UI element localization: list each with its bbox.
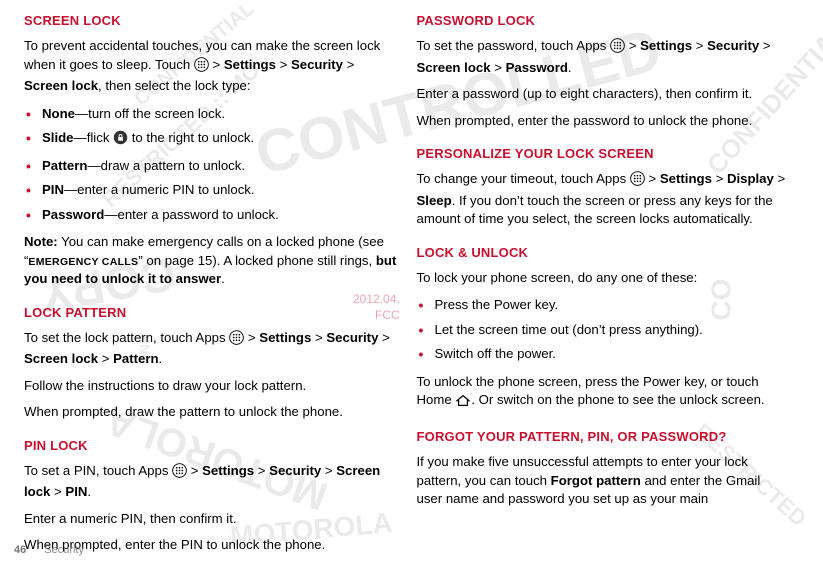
list-item: Switch off the power. xyxy=(417,345,790,363)
screen-lock-intro: To prevent accidental touches, you can m… xyxy=(24,37,397,95)
apps-icon xyxy=(172,463,187,483)
lock-type-list: None—turn off the screen lock. Slide—fli… xyxy=(24,105,397,224)
forgot-text: If you make five unsuccessful attempts t… xyxy=(417,453,790,508)
lock-unlock-intro: To lock your phone screen, do any one of… xyxy=(417,269,790,287)
list-item: Press the Power key. xyxy=(417,296,790,314)
right-column: PASSWORD LOCK To set the password, touch… xyxy=(407,8,800,538)
list-item: PIN—enter a numeric PIN to unlock. xyxy=(24,181,397,199)
password-lock-set: To set the password, touch Apps > Settin… xyxy=(417,37,790,77)
heading-screen-lock: SCREEN LOCK xyxy=(24,12,397,30)
heading-forgot: FORGOT YOUR PATTERN, PIN, OR PASSWORD? xyxy=(417,428,790,446)
apps-icon xyxy=(610,38,625,58)
apps-icon xyxy=(229,330,244,350)
list-item: Pattern—draw a pattern to unlock. xyxy=(24,157,397,175)
lock-pattern-follow: Follow the instructions to draw your loc… xyxy=(24,377,397,395)
page-footer: 46 Security xyxy=(14,543,84,558)
footer-section: Security xyxy=(44,543,84,558)
unlock-text: To unlock the phone screen, press the Po… xyxy=(417,373,790,413)
lock-pattern-prompt: When prompted, draw the pattern to unloc… xyxy=(24,403,397,421)
list-item: Slide—flick to the right to unlock. xyxy=(24,129,397,150)
list-item: Password—enter a password to unlock. xyxy=(24,206,397,224)
lock-pattern-set: To set the lock pattern, touch Apps > Se… xyxy=(24,329,397,369)
pin-lock-set: To set a PIN, touch Apps > Settings > Se… xyxy=(24,462,397,502)
heading-lock-pattern: LOCK PATTERN xyxy=(24,304,397,322)
password-prompt: When prompted, enter the password to unl… xyxy=(417,112,790,130)
apps-icon xyxy=(194,57,209,77)
apps-icon xyxy=(630,171,645,191)
heading-personalize: PERSONALIZE YOUR LOCK SCREEN xyxy=(417,145,790,163)
note-paragraph: Note: You can make emergency calls on a … xyxy=(24,233,397,288)
personalize-text: To change your timeout, touch Apps > Set… xyxy=(417,170,790,228)
list-item: Let the screen time out (don’t press any… xyxy=(417,321,790,339)
home-icon xyxy=(455,393,471,412)
heading-password-lock: PASSWORD LOCK xyxy=(417,12,790,30)
password-enter: Enter a password (up to eight characters… xyxy=(417,85,790,103)
settings-label: Settings xyxy=(224,57,276,72)
screenlock-label: Screen lock xyxy=(24,78,98,93)
pin-enter: Enter a numeric PIN, then confirm it. xyxy=(24,510,397,528)
emergency-calls-link: EMERGENCY CALLS xyxy=(28,256,138,268)
list-item: None—turn off the screen lock. xyxy=(24,105,397,123)
note-label: Note: xyxy=(24,234,58,249)
lock-unlock-list: Press the Power key. Let the screen time… xyxy=(417,296,790,363)
left-column: SCREEN LOCK To prevent accidental touche… xyxy=(14,8,407,538)
heading-pin-lock: PIN LOCK xyxy=(24,437,397,455)
lock-slide-icon xyxy=(113,130,128,150)
page-number: 46 xyxy=(14,543,26,558)
heading-lock-unlock: LOCK & UNLOCK xyxy=(417,244,790,262)
security-label: Security xyxy=(291,57,343,72)
